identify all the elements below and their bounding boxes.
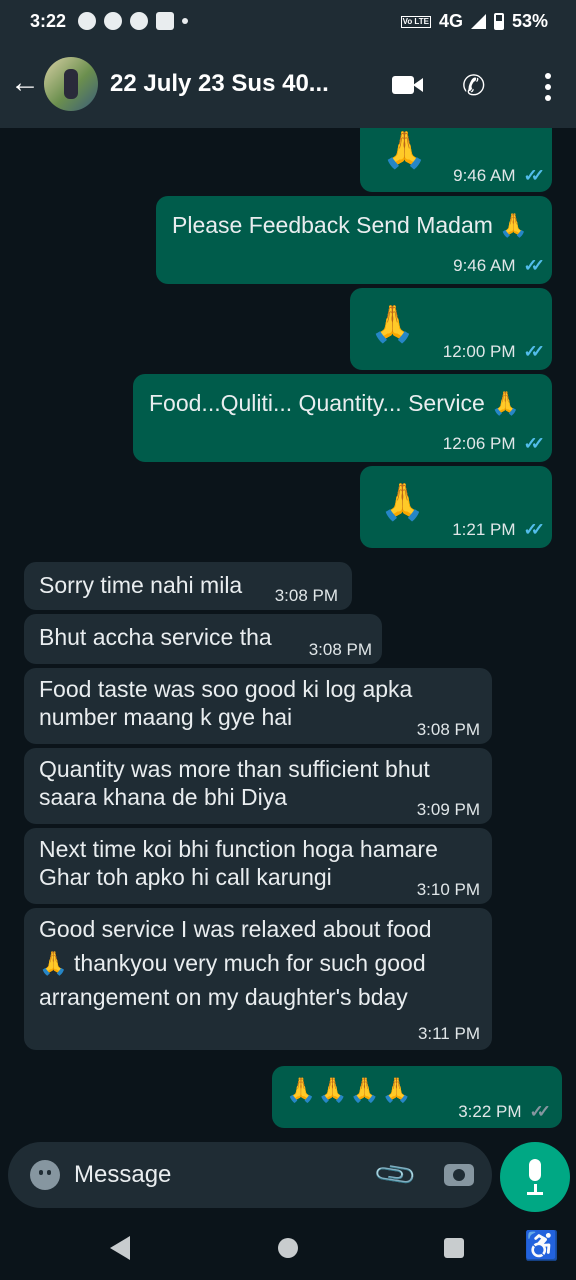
message-time: 3:11 PM: [417, 1024, 480, 1043]
nav-recents-icon[interactable]: [444, 1238, 464, 1258]
message-time: 9:46 AM: [453, 256, 516, 275]
emoji-icon[interactable]: [30, 1160, 60, 1190]
system-nav-bar: ♿: [0, 1216, 576, 1280]
message-field[interactable]: Message 📎: [8, 1142, 492, 1208]
message-text: saara khana de bhi Diya: [39, 784, 288, 810]
message-text: number maang k gye hai: [39, 704, 293, 730]
double-check-icon: ✓✓: [523, 520, 545, 539]
paperclip-icon[interactable]: 📎: [371, 1151, 419, 1199]
message-text: Please Feedback Send Madam 🙏: [172, 212, 528, 238]
message-time: 9:46 AM: [453, 166, 516, 185]
chat-header: ← 22 July 23 Sus 40... ✆: [0, 44, 576, 128]
message-incoming[interactable]: Food taste was soo good ki log apka numb…: [24, 668, 492, 744]
network-label: 4G: [438, 11, 463, 31]
composer: Message 📎: [0, 1140, 576, 1216]
message-incoming[interactable]: Good service I was relaxed about food 🙏 …: [24, 908, 492, 1050]
message-text: 🙏: [380, 481, 425, 522]
message-incoming[interactable]: Quantity was more than sufficient bhut s…: [24, 748, 492, 824]
more-vertical-icon[interactable]: [530, 68, 566, 104]
nav-back-icon[interactable]: [110, 1236, 130, 1260]
message-list[interactable]: 🙏 9:46 AM ✓✓ Please Feedback Send Madam 🙏…: [0, 128, 576, 1140]
more-notifications-dot: [182, 18, 188, 24]
double-check-icon: ✓✓: [523, 434, 545, 453]
gmail-icon: [156, 12, 174, 30]
double-check-icon: ✓✓: [529, 1102, 551, 1121]
message-time: 12:00 PM: [442, 342, 516, 361]
message-text: Bhut accha service tha: [39, 624, 272, 650]
avatar[interactable]: [44, 57, 98, 111]
message-outgoing[interactable]: 🙏 12:00 PM ✓✓: [350, 288, 552, 370]
message-text: Ghar toh apko hi call karungi: [39, 864, 332, 890]
phone-icon[interactable]: ✆: [462, 68, 498, 104]
message-outgoing[interactable]: 🙏 1:21 PM ✓✓: [360, 466, 552, 548]
double-check-icon: ✓✓: [523, 166, 545, 185]
message-time: 3:22 PM: [458, 1102, 522, 1121]
message-incoming[interactable]: Sorry time nahi mila 3:08 PM: [24, 562, 352, 610]
message-incoming[interactable]: Bhut accha service tha 3:08 PM: [24, 614, 382, 664]
message-time: 3:10 PM: [416, 880, 480, 899]
message-text: 🙏 thankyou very much for such good: [39, 950, 426, 976]
message-time: 3:08 PM: [308, 640, 372, 659]
battery-icon: [493, 13, 504, 30]
message-text: Food...Quliti... Quantity... Service 🙏: [149, 390, 520, 416]
message-text: 🙏: [382, 129, 427, 170]
notification-icons: [78, 12, 188, 30]
status-time: 3:22: [30, 11, 67, 31]
microphone-icon[interactable]: [500, 1142, 570, 1212]
message-time: 3:08 PM: [416, 720, 480, 739]
message-outgoing[interactable]: Food...Quliti... Quantity... Service 🙏 1…: [133, 374, 552, 462]
arrow-left-icon[interactable]: ←: [10, 68, 40, 98]
message-outgoing[interactable]: Please Feedback Send Madam 🙏 9:46 AM ✓✓: [156, 196, 552, 284]
status-right: Vo LTE 4G 53%: [400, 11, 548, 32]
app-notification-icon: [104, 12, 122, 30]
message-time: 3:09 PM: [416, 800, 480, 819]
message-time: 1:21 PM: [452, 520, 516, 539]
chat-title[interactable]: 22 July 23 Sus 40...: [110, 70, 329, 98]
signal-icon: [470, 14, 486, 29]
volte-icon: Vo LTE: [400, 15, 431, 28]
status-bar: 3:22 Vo LTE 4G 53%: [0, 0, 576, 44]
message-text: 🙏🙏🙏🙏: [286, 1077, 414, 1104]
message-text: Good service I was relaxed about food: [39, 916, 432, 942]
message-time: 12:06 PM: [442, 434, 516, 453]
message-text: Sorry time nahi mila: [39, 572, 243, 598]
message-text: arrangement on my daughter's bday: [39, 984, 408, 1010]
video-camera-icon[interactable]: [390, 68, 426, 104]
message-incoming[interactable]: Next time koi bhi function hoga hamare G…: [24, 828, 492, 904]
double-check-icon: ✓✓: [523, 256, 545, 275]
message-text: 🙏: [370, 303, 415, 344]
nav-home-icon[interactable]: [278, 1238, 298, 1258]
camera-icon[interactable]: [444, 1164, 474, 1186]
app-notification-icon: [130, 12, 148, 30]
message-outgoing[interactable]: 🙏 9:46 AM ✓✓: [360, 128, 552, 192]
double-check-icon: ✓✓: [523, 342, 545, 361]
message-outgoing[interactable]: 🙏🙏🙏🙏 3:22 PM ✓✓: [272, 1066, 562, 1128]
message-time: 3:08 PM: [274, 586, 338, 605]
battery-percent: 53%: [511, 11, 548, 31]
messenger-icon: [78, 12, 96, 30]
message-input[interactable]: Message: [74, 1161, 171, 1189]
accessibility-icon[interactable]: ♿: [524, 1232, 559, 1260]
